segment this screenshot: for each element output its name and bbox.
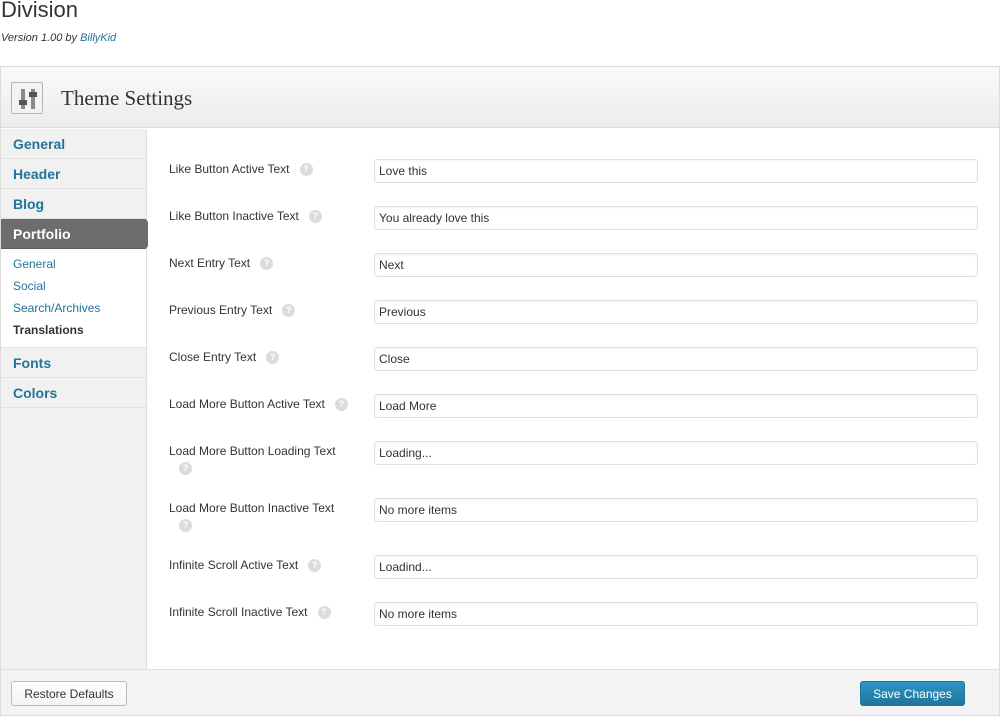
settings-sidebar: General Header Blog Portfolio General So…	[1, 129, 156, 669]
panel-header: Theme Settings	[1, 67, 999, 128]
sidebar-item-colors[interactable]: Colors	[1, 378, 146, 408]
help-icon[interactable]: ?	[299, 163, 313, 177]
help-icon[interactable]: ?	[317, 606, 331, 620]
field-label-text: Like Button Inactive Text	[169, 209, 299, 223]
field-label-text: Infinite Scroll Inactive Text	[169, 605, 308, 619]
panel-footer: Restore Defaults Save Changes	[1, 669, 999, 715]
field-label: Load More Button Active Text?	[169, 396, 349, 412]
previous-entry-text-input[interactable]	[374, 300, 978, 324]
infinite-scroll-inactive-text-input[interactable]	[374, 602, 978, 626]
help-icon[interactable]: ?	[266, 351, 280, 365]
author-link[interactable]: BillyKid	[80, 32, 116, 44]
next-entry-text-input[interactable]	[374, 253, 978, 277]
field-label-text: Next Entry Text	[169, 256, 251, 270]
settings-content: Like Button Active Text? Like Button Ina…	[148, 129, 999, 669]
version-text: Version 1.00 by	[1, 32, 81, 44]
sidebar-item-header[interactable]: Header	[1, 159, 146, 189]
field-label-text: Close Entry Text	[169, 350, 257, 364]
field-label: Next Entry Text?	[169, 255, 349, 271]
load-more-active-text-input[interactable]	[374, 394, 978, 418]
panel-title: Theme Settings	[61, 86, 193, 110]
like-inactive-text-input[interactable]	[374, 206, 978, 230]
like-active-text-input[interactable]	[374, 159, 978, 183]
theme-version: Version 1.00 by BillyKid	[1, 32, 116, 44]
field-label: Like Button Active Text?	[169, 161, 349, 177]
help-icon[interactable]: ?	[179, 519, 192, 533]
help-icon[interactable]: ?	[179, 462, 192, 476]
field-label: Infinite Scroll Active Text?	[169, 557, 349, 573]
help-icon[interactable]: ?	[334, 398, 348, 412]
theme-title: Division	[1, 0, 79, 22]
field-label: Load More Button Inactive Text?	[169, 500, 349, 533]
sidebar-item-fonts[interactable]: Fonts	[1, 348, 146, 378]
submenu-item-translations[interactable]: Translations	[1, 319, 146, 341]
sidebar-item-general[interactable]: General	[1, 129, 146, 159]
field-label-text: Previous Entry Text	[169, 303, 273, 317]
save-changes-button[interactable]: Save Changes	[860, 681, 965, 706]
load-more-loading-text-input[interactable]	[374, 441, 978, 465]
help-icon[interactable]: ?	[308, 210, 322, 224]
sidebar-item-blog[interactable]: Blog	[1, 189, 146, 219]
submenu-item-general[interactable]: General	[1, 253, 146, 275]
load-more-inactive-text-input[interactable]	[374, 498, 978, 522]
close-entry-text-input[interactable]	[374, 347, 978, 371]
field-label-text: Load More Button Inactive Text	[169, 501, 335, 515]
submenu-item-social[interactable]: Social	[1, 275, 146, 297]
field-label: Infinite Scroll Inactive Text?	[169, 604, 349, 620]
field-label: Load More Button Loading Text?	[169, 443, 349, 476]
field-label-text: Load More Button Active Text	[169, 397, 325, 411]
field-label-text: Like Button Active Text	[169, 162, 290, 176]
help-icon[interactable]: ?	[308, 559, 322, 573]
field-label-text: Load More Button Loading Text	[169, 444, 336, 458]
field-label: Previous Entry Text?	[169, 302, 349, 318]
infinite-scroll-active-text-input[interactable]	[374, 555, 978, 579]
help-icon[interactable]: ?	[282, 304, 296, 318]
field-label: Like Button Inactive Text?	[169, 208, 349, 224]
help-icon[interactable]: ?	[260, 257, 274, 271]
submenu-item-search-archives[interactable]: Search/Archives	[1, 297, 146, 319]
restore-defaults-button[interactable]: Restore Defaults	[11, 681, 127, 706]
sidebar-item-portfolio[interactable]: Portfolio	[1, 219, 156, 249]
settings-panel: Theme Settings General Header Blog Portf…	[0, 66, 1000, 716]
field-label: Close Entry Text?	[169, 349, 349, 365]
field-label-text: Infinite Scroll Active Text	[169, 558, 299, 572]
portfolio-submenu: General Social Search/Archives Translati…	[1, 249, 146, 348]
sliders-icon	[11, 82, 43, 114]
